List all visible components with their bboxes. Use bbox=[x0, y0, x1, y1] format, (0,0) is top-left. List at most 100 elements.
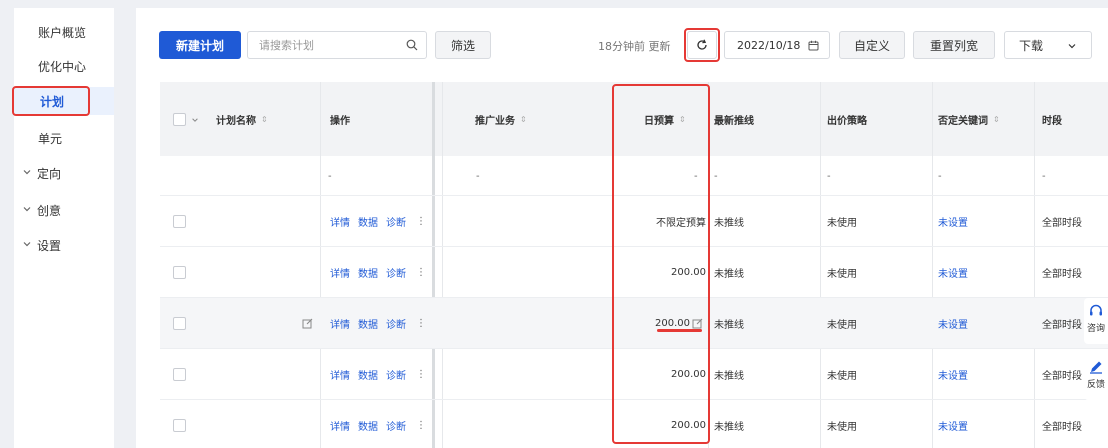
time-slot-cell: 全部时段 bbox=[1042, 269, 1082, 280]
summary-cell: - bbox=[714, 170, 718, 182]
column-header-business[interactable]: 推广业务 ⇕ bbox=[475, 82, 527, 156]
bid-strategy-cell: 未使用 bbox=[827, 269, 857, 280]
sidebar-item-plan[interactable]: 计划 bbox=[12, 86, 114, 116]
sidebar-item-label: 创意 bbox=[37, 203, 62, 218]
sort-icon[interactable]: ⇕ bbox=[520, 115, 527, 124]
column-header-name[interactable]: 计划名称 ⇕ bbox=[216, 82, 268, 156]
latest-status-cell: 未推线 bbox=[714, 371, 744, 382]
pen-icon bbox=[1090, 361, 1102, 374]
negative-keywords-link[interactable]: 未设置 bbox=[938, 400, 968, 448]
summary-cell: - bbox=[1042, 170, 1046, 182]
sidebar-item-label: 账户概览 bbox=[38, 25, 87, 40]
date-value: 2022/10/18 bbox=[737, 38, 801, 52]
row-checkbox[interactable] bbox=[173, 419, 186, 432]
bid-strategy-cell: 未使用 bbox=[827, 320, 857, 331]
detail-link[interactable]: 详情 bbox=[330, 214, 350, 229]
chevron-down-icon bbox=[23, 207, 31, 212]
sidebar-item-label: 单元 bbox=[38, 131, 63, 146]
summary-cell: - bbox=[476, 170, 480, 182]
column-header-ops: 操作 bbox=[330, 115, 350, 127]
sidebar-item-unit[interactable]: 单元 bbox=[14, 124, 114, 152]
time-slot-cell: 全部时段 bbox=[1042, 320, 1082, 331]
row-actions: 详情 数据 诊断 ⋮ bbox=[330, 247, 426, 298]
sort-icon[interactable]: ⇕ bbox=[993, 115, 1000, 124]
more-icon[interactable]: ⋮ bbox=[416, 318, 426, 329]
row-checkbox[interactable] bbox=[173, 317, 186, 330]
diagnose-link[interactable]: 诊断 bbox=[386, 214, 406, 229]
search-box bbox=[247, 31, 427, 59]
chevron-down-icon bbox=[23, 242, 31, 247]
data-link[interactable]: 数据 bbox=[358, 418, 378, 433]
feedback-widget[interactable]: 反馈 bbox=[1084, 354, 1108, 400]
summary-cell: - bbox=[827, 170, 831, 182]
calendar-icon bbox=[808, 40, 819, 51]
row-actions: 详情 数据 诊断 ⋮ bbox=[330, 298, 426, 349]
date-picker[interactable]: 2022/10/18 bbox=[724, 31, 830, 59]
search-icon[interactable] bbox=[406, 39, 418, 51]
reset-width-button[interactable]: 重置列宽 bbox=[913, 31, 995, 59]
column-header-negative-keywords[interactable]: 否定关键词 ⇕ bbox=[938, 82, 1000, 156]
data-link[interactable]: 数据 bbox=[358, 265, 378, 280]
customize-button[interactable]: 自定义 bbox=[839, 31, 905, 59]
row-checkbox[interactable] bbox=[173, 368, 186, 381]
consult-label: 咨询 bbox=[1086, 324, 1105, 334]
time-slot-cell: 全部时段 bbox=[1042, 218, 1082, 229]
column-header-bid-strategy: 出价策略 bbox=[827, 115, 867, 127]
more-icon[interactable]: ⋮ bbox=[416, 369, 426, 380]
sidebar-item-creative[interactable]: 创意 bbox=[14, 196, 114, 224]
detail-link[interactable]: 详情 bbox=[330, 316, 350, 331]
highlight-box bbox=[684, 28, 720, 62]
data-link[interactable]: 数据 bbox=[358, 316, 378, 331]
detail-link[interactable]: 详情 bbox=[330, 367, 350, 382]
negative-keywords-link[interactable]: 未设置 bbox=[938, 247, 968, 298]
sidebar-item-settings[interactable]: 设置 bbox=[14, 231, 114, 259]
column-header-latest-status: 最新推线 bbox=[714, 115, 754, 127]
select-all-checkbox[interactable] bbox=[173, 113, 186, 126]
plan-table: 计划名称 ⇕ 操作 推广业务 ⇕ 日预算 ⇕ 最新推线 出价策略 否定关键词 ⇕ 时段 … bbox=[160, 82, 1108, 448]
sidebar-item-label: 优化中心 bbox=[38, 59, 87, 74]
diagnose-link[interactable]: 诊断 bbox=[386, 316, 406, 331]
negative-keywords-link[interactable]: 未设置 bbox=[938, 349, 968, 400]
column-header-time-slot: 时段 bbox=[1042, 115, 1062, 127]
detail-link[interactable]: 详情 bbox=[330, 265, 350, 280]
diagnose-link[interactable]: 诊断 bbox=[386, 265, 406, 280]
filter-button[interactable]: 筛选 bbox=[435, 31, 491, 59]
data-link[interactable]: 数据 bbox=[358, 214, 378, 229]
more-icon[interactable]: ⋮ bbox=[416, 420, 426, 431]
more-icon[interactable]: ⋮ bbox=[416, 267, 426, 278]
latest-status-cell: 未推线 bbox=[714, 320, 744, 331]
consult-widget[interactable]: 咨询 bbox=[1084, 298, 1108, 344]
row-checkbox[interactable] bbox=[173, 266, 186, 279]
detail-link[interactable]: 详情 bbox=[330, 418, 350, 433]
time-slot-cell: 全部时段 bbox=[1042, 371, 1082, 382]
diagnose-link[interactable]: 诊断 bbox=[386, 367, 406, 382]
bid-strategy-cell: 未使用 bbox=[827, 371, 857, 382]
sidebar-item-account-overview[interactable]: 账户概览 bbox=[14, 18, 114, 46]
diagnose-link[interactable]: 诊断 bbox=[386, 418, 406, 433]
latest-status-cell: 未推线 bbox=[714, 422, 744, 433]
row-actions: 详情 数据 诊断 ⋮ bbox=[330, 400, 426, 448]
download-button[interactable]: 下载 bbox=[1004, 31, 1092, 59]
search-input[interactable] bbox=[248, 32, 398, 58]
chevron-down-icon[interactable] bbox=[191, 116, 199, 124]
new-plan-button[interactable]: 新建计划 bbox=[159, 31, 241, 59]
sidebar-item-targeting[interactable]: 定向 bbox=[14, 159, 114, 187]
latest-status-cell: 未推线 bbox=[714, 269, 744, 280]
edit-icon[interactable] bbox=[302, 318, 313, 329]
bid-strategy-cell: 未使用 bbox=[827, 422, 857, 433]
sidebar-item-optimization[interactable]: 优化中心 bbox=[14, 52, 114, 80]
update-time-text: 18分钟前 更新 bbox=[598, 40, 671, 53]
negative-keywords-link[interactable]: 未设置 bbox=[938, 196, 968, 247]
more-icon[interactable]: ⋮ bbox=[416, 216, 426, 227]
feedback-label: 反馈 bbox=[1086, 380, 1105, 390]
row-actions: 详情 数据 诊断 ⋮ bbox=[330, 196, 426, 247]
row-checkbox[interactable] bbox=[173, 215, 186, 228]
sort-icon[interactable]: ⇕ bbox=[261, 115, 268, 124]
time-slot-cell: 全部时段 bbox=[1042, 422, 1082, 433]
bid-strategy-cell: 未使用 bbox=[827, 218, 857, 229]
data-link[interactable]: 数据 bbox=[358, 367, 378, 382]
negative-keywords-link[interactable]: 未设置 bbox=[938, 298, 968, 349]
main-panel: 新建计划 筛选 18分钟前 更新 2022/10/18 自定义 重置列宽 下载 … bbox=[136, 8, 1108, 448]
headset-icon bbox=[1090, 304, 1102, 316]
row-actions: 详情 数据 诊断 ⋮ bbox=[330, 349, 426, 400]
